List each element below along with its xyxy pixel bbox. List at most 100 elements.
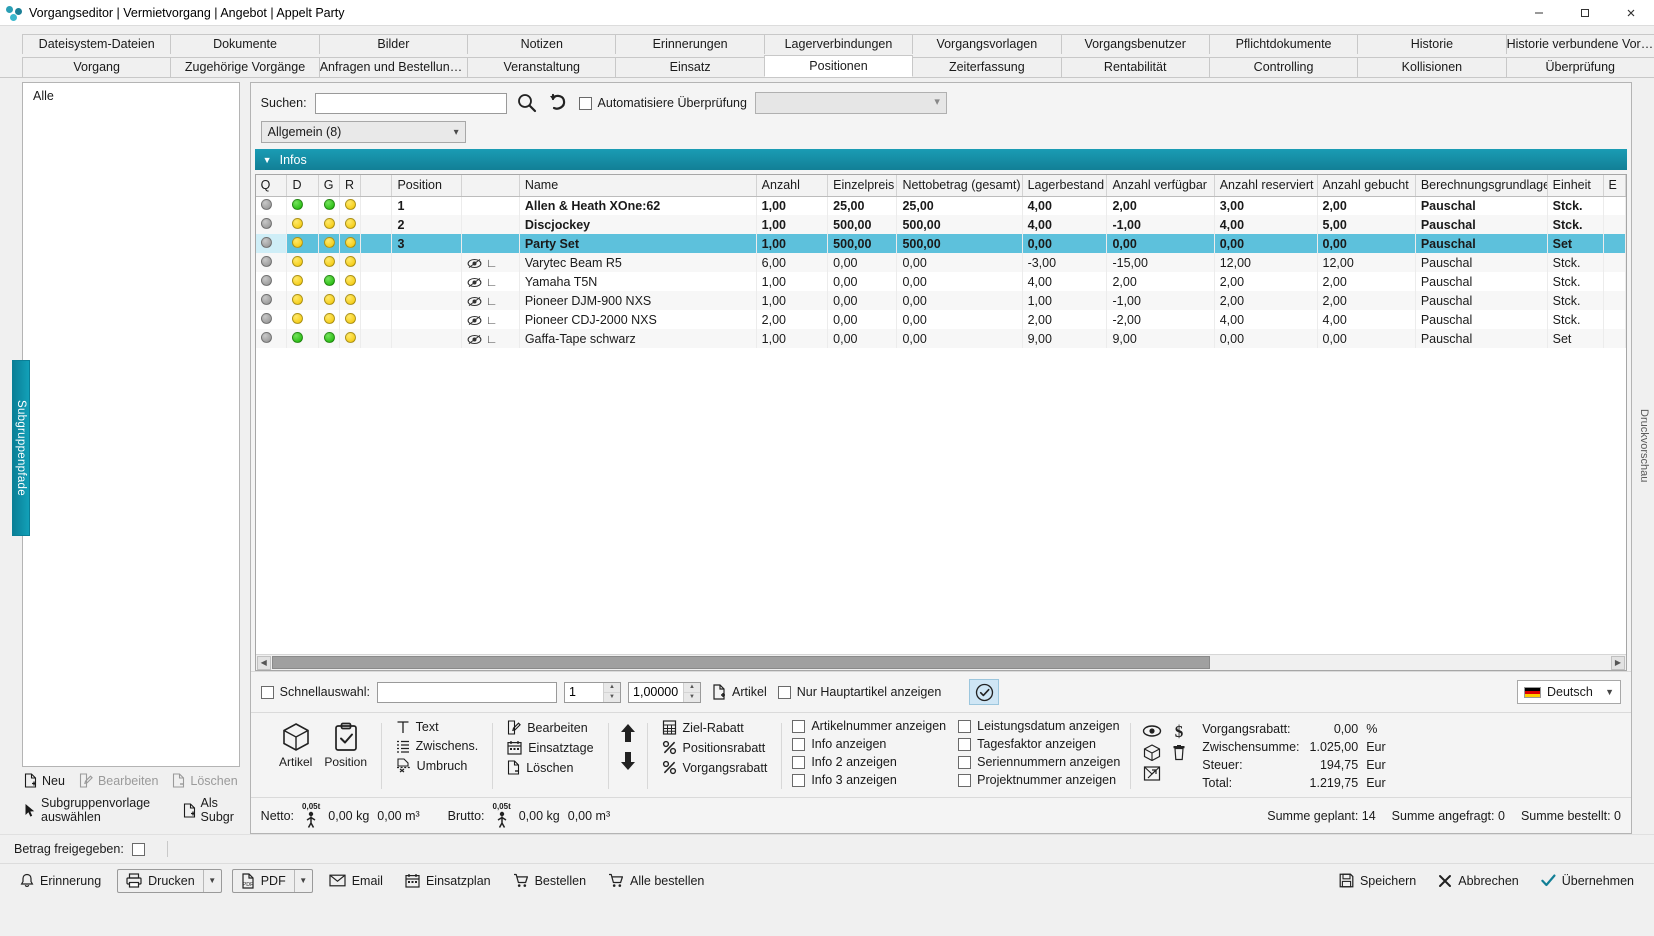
status-d[interactable] [286, 291, 319, 310]
cell-anzahl-verfuegbar[interactable]: 9,00 [1106, 329, 1215, 348]
status-g[interactable] [318, 215, 340, 234]
cell-name[interactable]: Gaffa-Tape schwarz [519, 329, 757, 348]
tab-historie-verbundene-vorg-nge[interactable]: Historie verbundene Vorgänge [1505, 34, 1654, 54]
visibility-eye-icon[interactable] [467, 277, 482, 288]
cell-name[interactable]: Varytec Beam R5 [519, 253, 757, 272]
cell-einheit[interactable]: Stck. [1547, 272, 1604, 291]
column-header[interactable] [461, 175, 520, 197]
cell-extra[interactable] [1603, 215, 1626, 234]
language-selector[interactable]: Deutsch ▼ [1516, 680, 1621, 704]
artikel-add-button[interactable]: Artikel [708, 683, 771, 701]
cell-einzelpreis[interactable]: 0,00 [827, 272, 898, 291]
cell-name[interactable]: Pioneer CDJ-2000 NXS [519, 310, 757, 329]
checkbox-box[interactable] [792, 755, 806, 769]
tab-bilder[interactable]: Bilder [318, 34, 469, 54]
cell-anzahl-reserviert[interactable]: 4,00 [1214, 215, 1318, 234]
cell-einzelpreis[interactable]: 0,00 [827, 291, 898, 310]
cell-anzahl-verfuegbar[interactable]: -15,00 [1106, 253, 1215, 272]
status-d[interactable] [286, 272, 319, 291]
table-row[interactable]: ∟ Pioneer DJM-900 NXS 1,00 0,00 0,00 1,00 -1,0… [255, 291, 1626, 310]
als-subgr-button[interactable]: Als Subgr [183, 796, 238, 824]
status-d[interactable] [286, 329, 319, 348]
cell-subindicator[interactable]: ∟ [461, 291, 520, 310]
tab-anfragen-und-bestellungen[interactable]: Anfragen und Bestellungen [318, 57, 469, 77]
cell-nettobetrag[interactable]: 0,00 [896, 329, 1023, 348]
group-combo[interactable]: Allgemein (8) ▾ [260, 121, 466, 143]
checkbox-box[interactable] [958, 737, 972, 751]
status-d[interactable] [286, 196, 319, 215]
status-r[interactable] [339, 272, 362, 291]
grid-header-row[interactable]: Q D G R Position Name Anzahl Einzelpreis Nettobe… [255, 175, 1626, 197]
visibility-eye-icon[interactable] [467, 334, 482, 345]
cell-position[interactable] [391, 329, 462, 348]
position-button[interactable]: Position [321, 719, 371, 772]
cell-berechnungsgrundlage[interactable]: Pauschal [1415, 234, 1548, 253]
table-row[interactable]: ∟ Pioneer CDJ-2000 NXS 2,00 0,00 0,00 2,00 -2,… [255, 310, 1626, 329]
subgruppenvorlage-ausw-hlen-button[interactable]: Subgruppenvorlage auswählen [24, 796, 169, 824]
cell-anzahl-verfuegbar[interactable]: -2,00 [1106, 310, 1215, 329]
status-g[interactable] [318, 253, 340, 272]
cell-name[interactable]: Party Set [519, 234, 757, 253]
cell-lagerbestand[interactable]: 4,00 [1022, 196, 1108, 215]
cell-subindicator[interactable] [461, 196, 520, 215]
email-button[interactable]: Email [323, 871, 389, 891]
column-header-einheit[interactable]: Einheit [1547, 175, 1604, 197]
cell-anzahl-gebucht[interactable]: 4,00 [1317, 310, 1416, 329]
cell-lagerbestand[interactable]: 4,00 [1022, 272, 1108, 291]
tab-vorgangsbenutzer[interactable]: Vorgangsbenutzer [1060, 34, 1210, 54]
cell-einzelpreis[interactable]: 500,00 [827, 234, 898, 253]
cell-einzelpreis[interactable]: 0,00 [827, 253, 898, 272]
cell-name[interactable]: Yamaha T5N [519, 272, 757, 291]
cell-extra[interactable] [1603, 234, 1626, 253]
search-input[interactable] [314, 92, 507, 114]
pdf-dropdown-arrow-icon[interactable]: ▼ [293, 869, 312, 892]
cell-anzahl-gebucht[interactable]: 2,00 [1317, 196, 1416, 215]
schnellauswahl-checkbox[interactable]: Schnellauswahl: [260, 685, 370, 699]
cell-anzahl-gebucht[interactable]: 12,00 [1317, 253, 1416, 272]
cell-anzahl-gebucht[interactable]: 0,00 [1317, 234, 1416, 253]
cell-einzelpreis[interactable]: 25,00 [827, 196, 898, 215]
cell-position[interactable]: 1 [391, 196, 462, 215]
cell-anzahl-reserviert[interactable]: 2,00 [1214, 272, 1318, 291]
cell-subindicator[interactable]: ∟ [461, 253, 520, 272]
cell-berechnungsgrundlage[interactable]: Pauschal [1415, 215, 1548, 234]
cell-nettobetrag[interactable]: 0,00 [896, 310, 1023, 329]
grid-horizontal-scrollbar[interactable]: ◀ ▶ [255, 654, 1626, 670]
box-arrow-icon[interactable] [1139, 763, 1165, 783]
tab-lagerverbindungen[interactable]: Lagerverbindungen [763, 34, 914, 54]
cube-icon[interactable] [1139, 742, 1165, 762]
cell-extra[interactable] [1603, 329, 1626, 348]
cell-extra[interactable] [1603, 310, 1626, 329]
druckvorschau-vertical-tab[interactable]: Druckvorschau [1636, 380, 1652, 512]
cell-subindicator[interactable] [461, 234, 520, 253]
cell-anzahl-verfuegbar[interactable]: -1,00 [1106, 215, 1215, 234]
table-row[interactable]: 3 Party Set 1,00 500,00 500,00 0,00 0,00 0,00 0,… [255, 234, 1626, 253]
column-header-anzahl-gebucht[interactable]: Anzahl gebucht [1317, 175, 1416, 197]
visibility-eye-icon[interactable] [467, 315, 482, 326]
cell-einzelpreis[interactable]: 500,00 [827, 215, 898, 234]
status-q[interactable] [255, 234, 288, 253]
drucken-split-button[interactable]: Drucken ▼ [117, 868, 222, 893]
auto-check-checkbox[interactable]: Automatisiere Überprüfung [578, 96, 747, 110]
cell-anzahl-reserviert[interactable]: 0,00 [1214, 329, 1318, 348]
projektnummer-anzeigen-checkbox[interactable]: Projektnummer anzeigen [958, 773, 1120, 787]
cell-anzahl[interactable]: 1,00 [756, 291, 829, 310]
cell-subindicator[interactable]: ∟ [461, 329, 520, 348]
cell-einheit[interactable]: Stck. [1547, 196, 1604, 215]
status-d[interactable] [286, 253, 319, 272]
checkbox-box[interactable] [792, 737, 806, 751]
spin-up-icon[interactable]: ▲ [604, 683, 621, 693]
drucken-button[interactable]: Drucken [118, 870, 203, 892]
cell-berechnungsgrundlage[interactable]: Pauschal [1415, 310, 1548, 329]
table-row[interactable]: ∟ Yamaha T5N 1,00 0,00 0,00 4,00 2,00 2,00 2,00 P… [255, 272, 1626, 291]
column-header-r[interactable]: R [339, 175, 362, 197]
cell-anzahl-gebucht[interactable]: 2,00 [1317, 291, 1416, 310]
cell-anzahl[interactable]: 1,00 [756, 215, 829, 234]
status-q[interactable] [255, 329, 288, 348]
status-r[interactable] [339, 291, 362, 310]
einsatztage-button[interactable]: Einsatztage [503, 739, 597, 756]
positionsrabatt-button[interactable]: Positionsrabatt [658, 739, 772, 756]
cell-anzahl-reserviert[interactable]: 0,00 [1214, 234, 1318, 253]
cell-einzelpreis[interactable]: 0,00 [827, 329, 898, 348]
tab-einsatz[interactable]: Einsatz [615, 57, 765, 77]
